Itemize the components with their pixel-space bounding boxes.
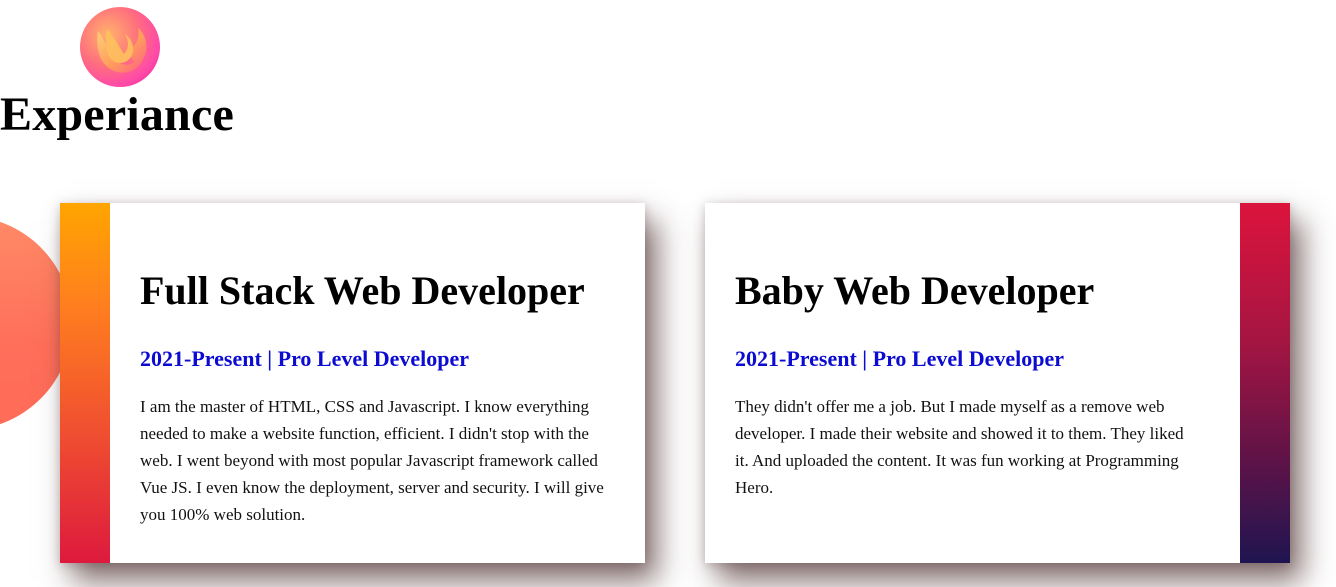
section-title: Experiance — [0, 88, 234, 141]
gradient-accent-stripe — [60, 203, 110, 563]
flame-logo-icon-graphic — [97, 28, 147, 73]
gradient-accent-stripe — [1240, 203, 1290, 563]
experience-card-baby-web: Baby Web Developer 2021-Present | Pro Le… — [705, 203, 1290, 563]
experience-card-full-stack: Full Stack Web Developer 2021-Present | … — [60, 203, 645, 563]
card-content: Full Stack Web Developer 2021-Present | … — [140, 203, 610, 563]
experience-page: Experiance Full Stack Web Developer 2021… — [0, 0, 1336, 587]
job-period-role: 2021-Present | Pro Level Developer — [735, 346, 1065, 371]
flame-logo-icon — [80, 7, 160, 87]
job-description: They didn't offer me a job. But I made m… — [735, 397, 1184, 497]
job-period-role: 2021-Present | Pro Level Developer — [140, 346, 470, 371]
job-title: Full Stack Web Developer — [140, 268, 585, 313]
card-content: Baby Web Developer 2021-Present | Pro Le… — [735, 203, 1205, 563]
job-title: Baby Web Developer — [735, 268, 1095, 313]
job-description: I am the master of HTML, CSS and Javascr… — [140, 397, 604, 524]
